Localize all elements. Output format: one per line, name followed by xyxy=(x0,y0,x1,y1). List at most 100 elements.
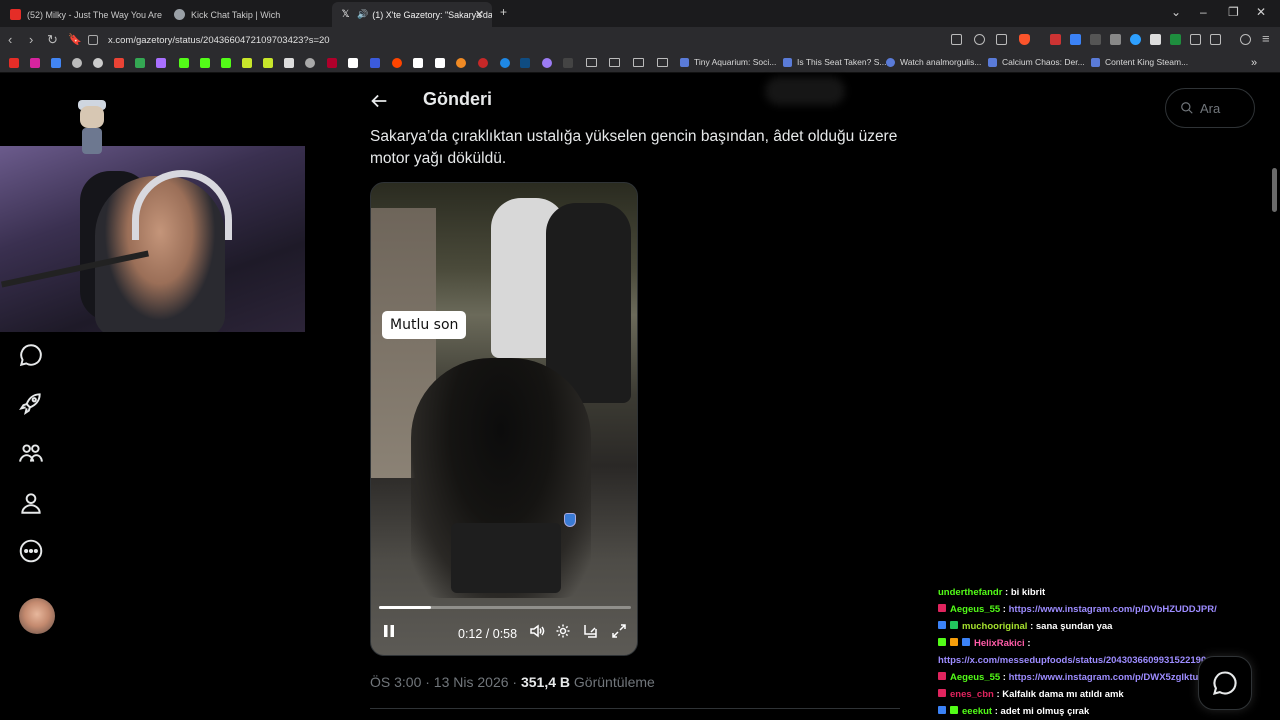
bookmark-icon[interactable] xyxy=(263,58,273,68)
x-icon[interactable] xyxy=(348,58,358,68)
chat-username[interactable]: Aegeus_55 xyxy=(950,604,1000,615)
tab-x-post[interactable]: 𝕏 🔊 (1) X'te Gazetory: "Sakarya'da ✕ xyxy=(332,2,492,27)
puzzle-icon[interactable] xyxy=(1190,34,1201,45)
video-progress-bar[interactable] xyxy=(379,606,631,609)
zoom-icon[interactable] xyxy=(974,34,985,45)
communities-icon[interactable] xyxy=(18,440,44,471)
new-tab-button[interactable]: + xyxy=(500,5,507,19)
back-icon[interactable]: ‹ xyxy=(8,32,12,47)
extension-icon[interactable] xyxy=(1150,34,1161,45)
bookmark-icon[interactable] xyxy=(563,58,573,68)
folder-icon[interactable] xyxy=(609,58,620,67)
bookmark-icon[interactable] xyxy=(456,58,466,68)
avatar[interactable] xyxy=(19,598,55,634)
chat-username[interactable]: enes_cbn xyxy=(950,689,994,700)
volume-icon[interactable] xyxy=(529,623,545,642)
bookmark-icon[interactable] xyxy=(478,58,488,68)
window-close-button[interactable]: ✕ xyxy=(1256,5,1266,19)
extension-icon[interactable] xyxy=(1170,34,1181,45)
tweet-text: Sakarya’da çıraklıktan ustalığa yükselen… xyxy=(370,128,898,167)
extension-icon[interactable] xyxy=(1050,34,1061,45)
profile-icon[interactable] xyxy=(18,490,44,521)
address-bar[interactable]: x.com/gazetory/status/204366047210970342… xyxy=(88,30,1048,50)
tab-youtube[interactable]: (52) Milky - Just The Way You Are - Y xyxy=(2,2,164,27)
pause-icon[interactable] xyxy=(381,623,397,642)
kick-icon[interactable] xyxy=(200,58,210,68)
search-placeholder: Ara xyxy=(1200,100,1221,116)
site-settings-icon[interactable] xyxy=(88,35,98,45)
bookmark-icon[interactable] xyxy=(370,58,380,68)
more-icon[interactable] xyxy=(18,538,44,569)
kick-icon[interactable] xyxy=(221,58,231,68)
extension-icon[interactable] xyxy=(1110,34,1121,45)
bookmark-icon[interactable] xyxy=(520,58,530,68)
video-player[interactable]: Mutlu son 0:12 / 0:58 xyxy=(370,182,638,656)
reddit-icon[interactable] xyxy=(392,58,402,68)
chat-username[interactable]: HelixRakici xyxy=(974,638,1025,649)
globe-icon[interactable] xyxy=(93,58,103,68)
chat-link[interactable]: https://www.instagram.com/p/DVbHZUDDJPR/ xyxy=(1009,604,1217,615)
bookmark-icon[interactable] xyxy=(305,58,315,68)
speaker-icon[interactable]: 🔊 xyxy=(357,9,368,20)
amazon-icon[interactable] xyxy=(435,58,445,68)
extension-icon[interactable] xyxy=(1070,34,1081,45)
messages-icon[interactable] xyxy=(18,342,44,373)
twitch-icon[interactable] xyxy=(156,58,166,68)
menu-icon[interactable]: ≡ xyxy=(1262,31,1270,46)
bookmark-icon[interactable] xyxy=(500,58,510,68)
tab-search-chevron-icon[interactable]: ⌄ xyxy=(1171,5,1181,19)
drive-icon[interactable] xyxy=(135,58,145,68)
kick-icon[interactable] xyxy=(179,58,189,68)
extension-icon[interactable] xyxy=(1130,34,1141,45)
chat-bubble-icon xyxy=(1213,671,1237,695)
bookmark-icon[interactable] xyxy=(413,58,423,68)
tweet-timestamp[interactable]: ÖS 3:00 · 13 Nis 2026 · xyxy=(370,674,521,690)
settings-gear-icon[interactable] xyxy=(555,623,571,642)
brave-shield-icon[interactable] xyxy=(1019,34,1030,45)
bookmark-icon[interactable] xyxy=(542,58,552,68)
bookmark-tiny-aquarium[interactable]: Tiny Aquarium: Soci... xyxy=(680,57,776,67)
back-arrow-icon[interactable] xyxy=(368,90,390,112)
bookmark-watch[interactable]: Watch analmorgulis... xyxy=(886,57,981,67)
rocket-icon[interactable] xyxy=(18,390,44,421)
more-bookmarks-icon[interactable]: » xyxy=(1251,57,1257,69)
extension-icon[interactable] xyxy=(1090,34,1101,45)
picture-in-picture-icon[interactable] xyxy=(582,623,598,642)
bookmark-icon[interactable] xyxy=(242,58,252,68)
share-icon[interactable] xyxy=(996,34,1007,45)
close-icon[interactable]: ✕ xyxy=(475,8,484,21)
chat-link[interactable]: https://www.instagram.com/p/DWX5zglktuU/ xyxy=(1009,672,1208,683)
minimize-button[interactable]: – xyxy=(1200,5,1207,19)
folder-icon[interactable] xyxy=(586,58,597,67)
tab-kick-chat[interactable]: Kick Chat Takip | Wich xyxy=(166,2,330,27)
forward-icon[interactable]: › xyxy=(29,32,33,47)
bookmark-icon[interactable] xyxy=(51,58,61,68)
page-scrollbar[interactable] xyxy=(1272,168,1277,212)
gmail-icon[interactable] xyxy=(114,58,124,68)
sidebar-icon[interactable] xyxy=(1210,34,1221,45)
music-icon[interactable] xyxy=(1240,34,1251,45)
chat-username[interactable]: muchooriginal xyxy=(962,621,1027,632)
anchor-icon[interactable] xyxy=(284,58,294,68)
bookmark-calcium-chaos[interactable]: Calcium Chaos: Der... xyxy=(988,57,1085,67)
maximize-button[interactable]: ❐ xyxy=(1228,5,1239,19)
chat-link[interactable]: https://x.com/messedupfoods/status/20430… xyxy=(938,655,1206,666)
bookmark-icon[interactable]: 🔖 xyxy=(68,33,82,46)
chat-username[interactable]: Aegeus_55 xyxy=(950,672,1000,683)
bookmark-icon[interactable] xyxy=(327,58,337,68)
youtube-icon[interactable] xyxy=(9,58,19,68)
bookmark-content-king[interactable]: Content King Steam... xyxy=(1091,57,1188,67)
cast-icon[interactable] xyxy=(951,34,962,45)
folder-icon[interactable] xyxy=(657,58,668,67)
folder-icon[interactable] xyxy=(633,58,644,67)
globe-icon[interactable] xyxy=(72,58,82,68)
tweet-meta: ÖS 3:00 · 13 Nis 2026 · 351,4 B Görüntül… xyxy=(370,674,655,690)
instagram-icon[interactable] xyxy=(30,58,40,68)
fullscreen-icon[interactable] xyxy=(611,623,627,642)
grok-chat-button[interactable] xyxy=(1198,656,1252,710)
bookmark-seat-taken[interactable]: Is This Seat Taken? S... xyxy=(783,57,886,67)
chat-username[interactable]: eeekut xyxy=(962,706,992,717)
reload-icon[interactable]: ↻ xyxy=(47,32,58,48)
chat-username[interactable]: underthefandr xyxy=(938,587,1002,598)
search-input[interactable]: Ara xyxy=(1165,88,1255,128)
